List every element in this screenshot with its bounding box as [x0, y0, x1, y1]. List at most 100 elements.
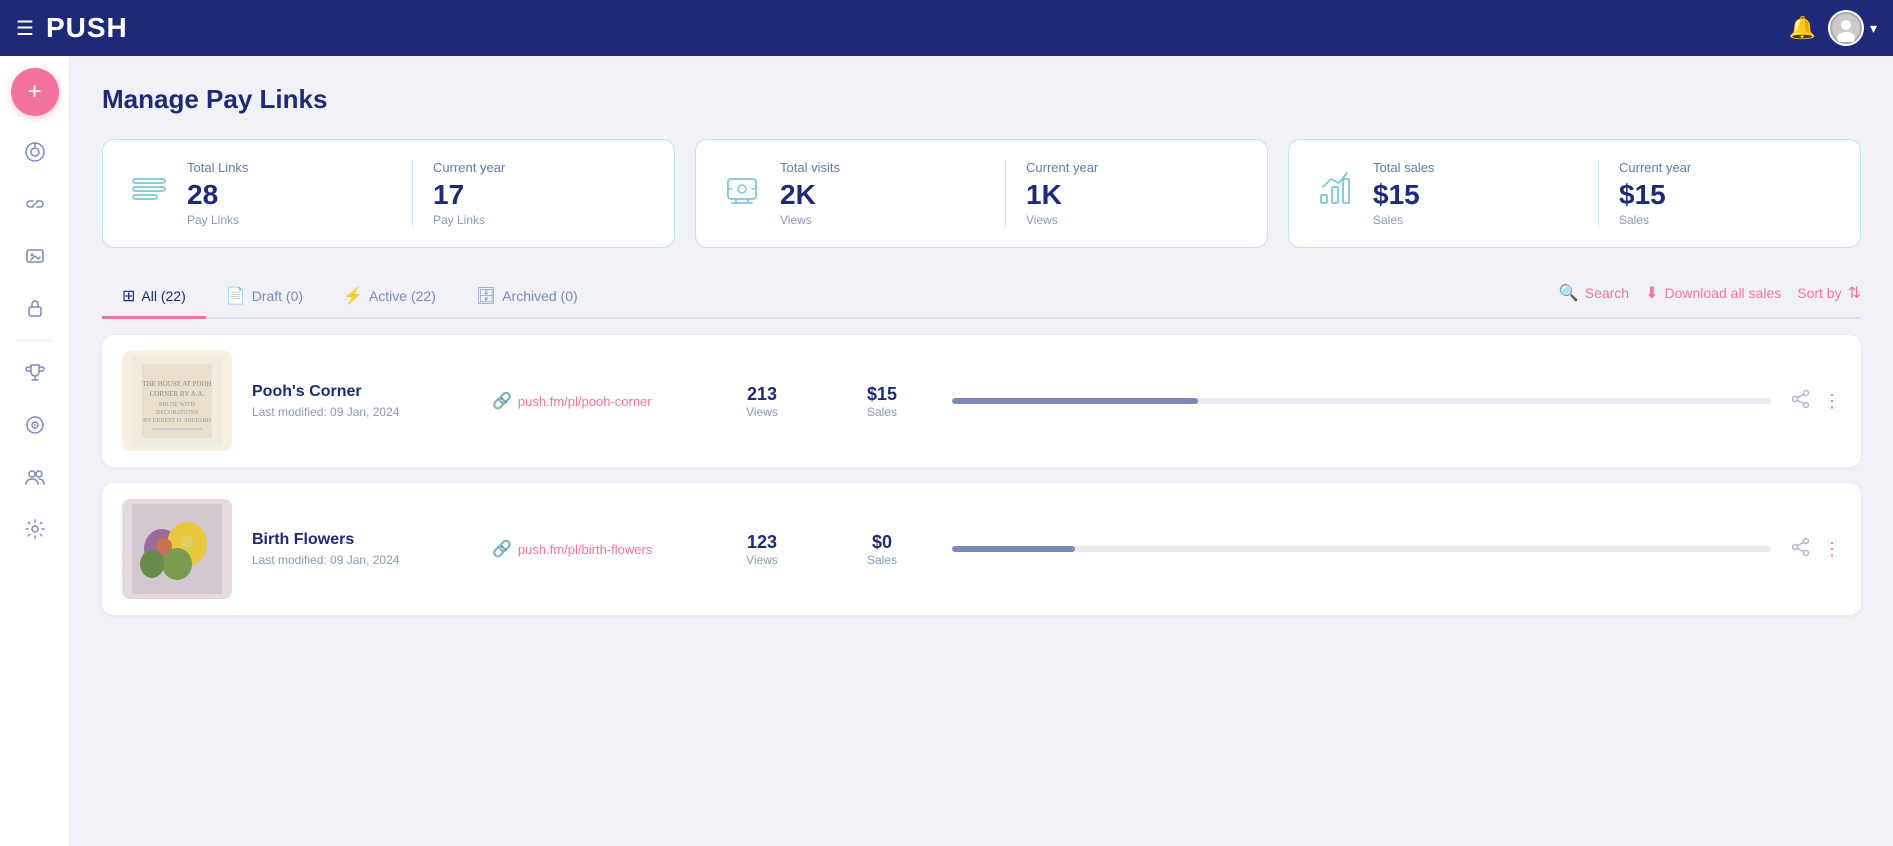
sidebar-item-dashboard[interactable] [11, 128, 59, 176]
sidebar-item-trophy[interactable] [11, 349, 59, 397]
progress-bar-fill [952, 546, 1075, 552]
sidebar-item-lock[interactable] [11, 284, 59, 332]
svg-text:MILNE WITH: MILNE WITH [159, 402, 196, 408]
download-icon: ⬇ [1645, 283, 1658, 303]
sidebar: + [0, 56, 70, 846]
item-link-text: push.fm/pl/pooh-corner [518, 394, 652, 409]
tab-all-icon: ⊞ [122, 286, 135, 306]
progress-bar-bg [952, 398, 1771, 404]
svg-text:CORNER BY A.A.: CORNER BY A.A. [150, 390, 205, 398]
sort-button[interactable]: Sort by ⇅ [1797, 283, 1861, 303]
sidebar-item-vinyl[interactable] [11, 401, 59, 449]
stat-card-visits: Total visits 2K Views Current year 1K Vi… [695, 139, 1268, 248]
progress-bar-fill [952, 398, 1198, 404]
item-sales-birth-flowers: $0 Sales [832, 532, 932, 567]
item-link-poohs-corner[interactable]: 🔗 push.fm/pl/pooh-corner [492, 391, 692, 411]
views-label: Views [712, 405, 812, 419]
item-sales-poohs-corner: $15 Sales [832, 384, 932, 419]
views-label: Views [712, 553, 812, 567]
stat-card-sales: Total sales $15 Sales Current year $15 S… [1288, 139, 1861, 248]
tab-active-label: Active (22) [369, 288, 436, 304]
download-label: Download all sales [1665, 285, 1782, 301]
views-value: 213 [712, 384, 812, 405]
stat-section-total-visits: Total visits 2K Views [780, 160, 997, 227]
chevron-down-icon: ▾ [1870, 20, 1877, 37]
topnav-right: 🔔 ▾ [1789, 10, 1877, 46]
item-views-poohs-corner: 213 Views [712, 384, 812, 419]
stat-inner-visits: Total visits 2K Views Current year 1K Vi… [780, 160, 1243, 227]
hamburger-icon[interactable]: ☰ [16, 16, 34, 41]
more-options-icon[interactable]: ⋮ [1823, 391, 1841, 412]
item-info-birth-flowers: Birth Flowers Last modified: 09 Jan, 202… [252, 531, 472, 567]
links-icon [127, 167, 171, 220]
tab-draft-icon: 📄 [226, 286, 246, 306]
link-icon: 🔗 [492, 391, 512, 411]
layout: + Manage Pay Links [0, 56, 1893, 846]
sales-value: $15 [832, 384, 932, 405]
search-label: Search [1585, 285, 1629, 301]
list-container: THE HOUSE AT POOH CORNER BY A.A. MILNE W… [102, 335, 1861, 615]
tab-draft-label: Draft (0) [252, 288, 303, 304]
sort-icon: ⇅ [1848, 283, 1861, 303]
search-icon: 🔍 [1559, 283, 1579, 303]
sidebar-item-media[interactable] [11, 232, 59, 280]
download-sales-button[interactable]: ⬇ Download all sales [1645, 283, 1781, 303]
svg-text:THE HOUSE AT POOH: THE HOUSE AT POOH [142, 380, 211, 388]
stats-row: Total Links 28 Pay Links Current year 17… [102, 139, 1861, 248]
item-link-birth-flowers[interactable]: 🔗 push.fm/pl/birth-flowers [492, 539, 692, 559]
topnav: ☰ PUSH 🔔 ▾ [0, 0, 1893, 56]
app-logo: PUSH [46, 12, 128, 44]
item-thumbnail-birth-flowers [122, 499, 232, 599]
sidebar-item-settings[interactable] [11, 505, 59, 553]
visits-icon [720, 167, 764, 220]
stat-inner-sales: Total sales $15 Sales Current year $15 S… [1373, 160, 1836, 227]
tab-draft[interactable]: 📄 Draft (0) [206, 276, 323, 319]
sidebar-item-links[interactable] [11, 180, 59, 228]
tab-archived[interactable]: 🗄 Archived (0) [456, 276, 598, 319]
page-title: Manage Pay Links [102, 84, 1861, 115]
item-link-text: push.fm/pl/birth-flowers [518, 542, 652, 557]
item-date: Last modified: 09 Jan, 2024 [252, 553, 472, 567]
sidebar-item-team[interactable] [11, 453, 59, 501]
sort-label: Sort by [1797, 285, 1841, 301]
sales-label: Sales [832, 405, 932, 419]
add-button[interactable]: + [11, 68, 59, 116]
stat-card-links: Total Links 28 Pay Links Current year 17… [102, 139, 675, 248]
item-name: Pooh's Corner [252, 383, 472, 401]
user-avatar-container[interactable]: ▾ [1828, 10, 1877, 46]
item-actions-birth-flowers: ⋮ [1791, 537, 1841, 562]
tab-all-label: All (22) [141, 288, 185, 304]
share-icon[interactable] [1791, 389, 1811, 414]
tab-archived-icon: 🗄 [476, 286, 496, 306]
sales-label: Sales [832, 553, 932, 567]
progress-bar-bg [952, 546, 1771, 552]
tab-all[interactable]: ⊞ All (22) [102, 276, 206, 319]
sales-value: $0 [832, 532, 932, 553]
views-value: 123 [712, 532, 812, 553]
svg-text:DECORATIONS: DECORATIONS [156, 410, 198, 416]
more-options-icon[interactable]: ⋮ [1823, 539, 1841, 560]
item-date: Last modified: 09 Jan, 2024 [252, 405, 472, 419]
item-progress-birth-flowers [952, 546, 1771, 552]
item-thumbnail-poohs-corner: THE HOUSE AT POOH CORNER BY A.A. MILNE W… [122, 351, 232, 451]
stat-section-current-year-links: Current year 17 Pay Links [412, 160, 650, 227]
svg-text:BY ERNEST H. SHEPARD: BY ERNEST H. SHEPARD [143, 418, 211, 424]
stat-section-total-sales: Total sales $15 Sales [1373, 160, 1590, 227]
tabs-row: ⊞ All (22) 📄 Draft (0) ⚡ Active (22) 🗄 A… [102, 276, 1861, 319]
search-button[interactable]: 🔍 Search [1559, 283, 1629, 303]
item-progress-poohs-corner [952, 398, 1771, 404]
sidebar-divider [17, 340, 53, 341]
item-actions-poohs-corner: ⋮ [1791, 389, 1841, 414]
list-item: THE HOUSE AT POOH CORNER BY A.A. MILNE W… [102, 335, 1861, 467]
share-icon[interactable] [1791, 537, 1811, 562]
stat-inner-links: Total Links 28 Pay Links Current year 17… [187, 160, 650, 227]
stat-section-current-year-visits: Current year 1K Views [1005, 160, 1243, 227]
bell-icon[interactable]: 🔔 [1789, 15, 1816, 41]
stat-section-current-year-sales: Current year $15 Sales [1598, 160, 1836, 227]
list-item: Birth Flowers Last modified: 09 Jan, 202… [102, 483, 1861, 615]
tab-active[interactable]: ⚡ Active (22) [323, 276, 456, 319]
item-views-birth-flowers: 123 Views [712, 532, 812, 567]
item-name: Birth Flowers [252, 531, 472, 549]
tab-actions: 🔍 Search ⬇ Download all sales Sort by ⇅ [1559, 283, 1861, 311]
stat-section-total-links: Total Links 28 Pay Links [187, 160, 404, 227]
